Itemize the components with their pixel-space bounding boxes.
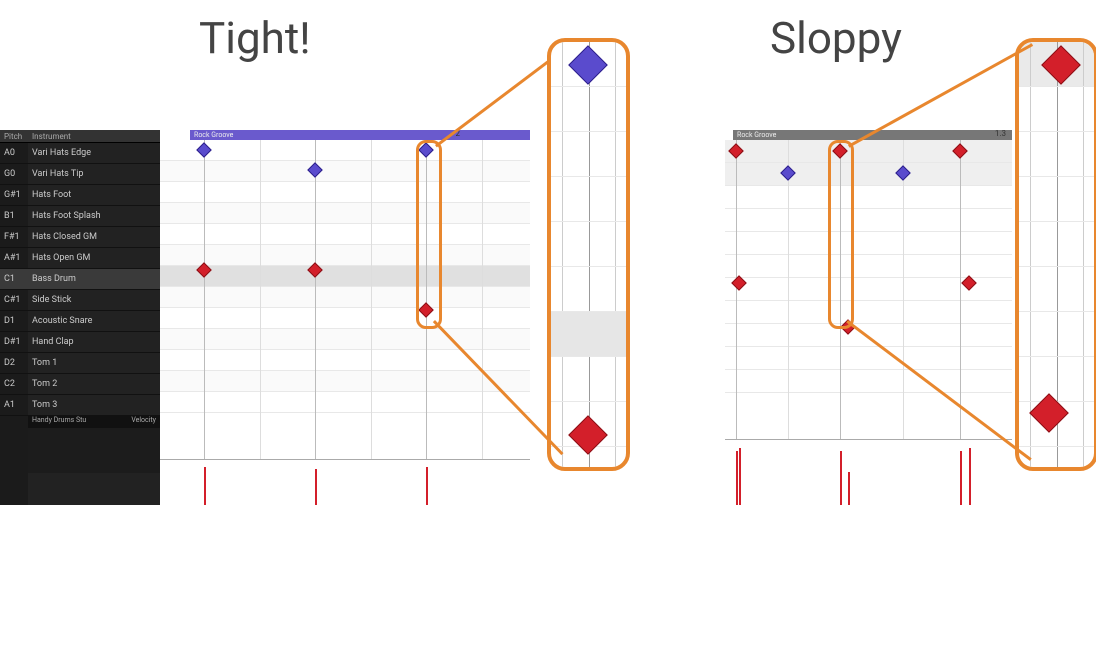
note-lane[interactable] [160, 182, 530, 203]
velocity-bar[interactable] [315, 469, 317, 505]
note-lane[interactable] [725, 232, 1012, 255]
clip-header-left[interactable]: Rock Groove [190, 130, 530, 140]
piano-roll-right[interactable]: Rock Groove 1.3 [725, 130, 1012, 505]
instrument-cell[interactable]: Tom 3 [28, 395, 160, 416]
pitch-cell[interactable]: C#1 [0, 290, 28, 311]
zoom-callout-left [547, 38, 630, 471]
velocity-bar[interactable] [426, 467, 428, 505]
instrument-header: Instrument [28, 130, 160, 143]
note-lane[interactable] [160, 392, 530, 413]
grid-line [482, 140, 483, 460]
instrument-cell[interactable]: Hats Open GM [28, 248, 160, 269]
clip-name: Rock Groove [737, 131, 776, 139]
instrument-cell[interactable]: Acoustic Snare [28, 311, 160, 332]
pitch-cell[interactable]: C1 [0, 269, 28, 290]
note-lane[interactable] [160, 308, 530, 329]
instrument-column: Instrument Vari Hats EdgeVari Hats TipHa… [28, 130, 160, 505]
grid-line [960, 140, 961, 460]
pitch-cell[interactable]: A1 [0, 395, 28, 416]
footer-bar: Handy Drums Stu Velocity [28, 416, 160, 428]
clip-name: Rock Groove [194, 131, 233, 139]
pitch-column: Pitch A0G0G#1B1F#1A#1C1C#1D1D#1D2C2A1 [0, 130, 28, 505]
note-lane[interactable] [160, 371, 530, 392]
instrument-cell[interactable]: Hats Closed GM [28, 227, 160, 248]
instrument-cell[interactable]: Vari Hats Edge [28, 143, 160, 164]
note-lane[interactable] [725, 163, 1012, 186]
note-lane[interactable] [725, 209, 1012, 232]
instrument-cell[interactable]: Bass Drum [28, 269, 160, 290]
pitch-cell[interactable]: D1 [0, 311, 28, 332]
footer-right: Velocity [131, 416, 156, 428]
velocity-bar[interactable] [848, 472, 850, 505]
pitch-cell[interactable]: F#1 [0, 227, 28, 248]
note-lane[interactable] [160, 140, 530, 161]
note-lane[interactable] [725, 186, 1012, 209]
note-lane[interactable] [725, 140, 1012, 163]
velocity-lane-left[interactable] [160, 459, 530, 505]
highlight-region-right [828, 140, 854, 329]
grid-line [903, 140, 904, 460]
velocity-bar[interactable] [204, 467, 206, 505]
instrument-cell[interactable]: Hats Foot Splash [28, 206, 160, 227]
grid-line [204, 140, 205, 460]
velocity-bar[interactable] [736, 451, 738, 505]
velocity-lane-right[interactable] [725, 439, 1012, 505]
pitch-cell[interactable]: D#1 [0, 332, 28, 353]
note-lane[interactable] [160, 224, 530, 245]
pitch-cell[interactable]: B1 [0, 206, 28, 227]
velocity-bar[interactable] [739, 448, 741, 505]
instrument-cell[interactable]: Tom 1 [28, 353, 160, 374]
grid-line [260, 140, 261, 460]
velocity-bar[interactable] [960, 451, 962, 505]
instrument-cell[interactable]: Hand Clap [28, 332, 160, 353]
pitch-header: Pitch [0, 130, 28, 143]
velocity-bar[interactable] [840, 451, 842, 505]
pitch-cell[interactable]: D2 [0, 353, 28, 374]
note-lane[interactable] [160, 329, 530, 350]
note-lane[interactable] [160, 266, 530, 287]
instrument-cell[interactable]: Side Stick [28, 290, 160, 311]
title-sloppy: Sloppy [770, 12, 902, 64]
highlight-region-left [416, 140, 442, 329]
piano-roll-left[interactable]: Rock Groove 2 [160, 130, 530, 505]
note-lane[interactable] [160, 287, 530, 308]
velocity-bar[interactable] [969, 448, 971, 505]
instrument-cell[interactable]: Tom 2 [28, 374, 160, 395]
pitch-cell[interactable]: A0 [0, 143, 28, 164]
grid-line [736, 140, 737, 460]
editor-left: Pitch A0G0G#1B1F#1A#1C1C#1D1D#1D2C2A1 In… [0, 130, 530, 505]
note-lane[interactable] [725, 347, 1012, 370]
note-lane[interactable] [725, 370, 1012, 393]
note-lane[interactable] [160, 203, 530, 224]
grid-line [371, 140, 372, 460]
grid-line [315, 140, 316, 460]
note-lane[interactable] [725, 301, 1012, 324]
pitch-cell[interactable]: C2 [0, 374, 28, 395]
pitch-cell[interactable]: G0 [0, 164, 28, 185]
footer-left: Handy Drums Stu [32, 416, 86, 428]
instrument-cell[interactable]: Hats Foot [28, 185, 160, 206]
title-tight: Tight! [199, 12, 311, 64]
timeline-marker-right: 1.3 [995, 129, 1006, 138]
note-lane[interactable] [160, 245, 530, 266]
grid-line [788, 140, 789, 460]
pitch-cell[interactable]: A#1 [0, 248, 28, 269]
pitch-cell[interactable]: G#1 [0, 185, 28, 206]
editor-right: Rock Groove 1.3 [725, 130, 1012, 505]
instrument-cell[interactable]: Vari Hats Tip [28, 164, 160, 185]
note-lane[interactable] [160, 161, 530, 182]
zoom-callout-right [1015, 38, 1096, 471]
pitch-rows: A0G0G#1B1F#1A#1C1C#1D1D#1D2C2A1 [0, 143, 28, 416]
instrument-rows: Vari Hats EdgeVari Hats TipHats FootHats… [28, 143, 160, 416]
